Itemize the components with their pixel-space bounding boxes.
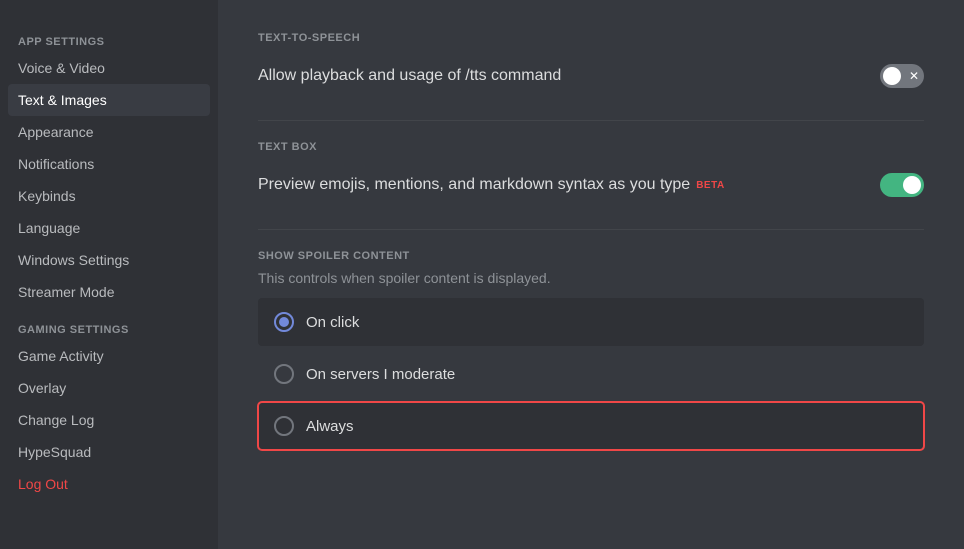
radio-always-circle <box>274 416 294 436</box>
spoiler-section: SHOW SPOILER CONTENT This controls when … <box>258 250 924 450</box>
tts-section-label: TEXT-TO-SPEECH <box>258 32 924 44</box>
tts-description: Allow playback and usage of /tts command <box>258 67 561 85</box>
tts-toggle-knob <box>883 67 901 85</box>
sidebar-item-change-log[interactable]: Change Log <box>8 404 210 436</box>
sidebar-item-voice-video[interactable]: Voice & Video <box>8 52 210 84</box>
sidebar-item-appearance[interactable]: Appearance <box>8 116 210 148</box>
textbox-description: Preview emojis, mentions, and markdown s… <box>258 176 725 194</box>
radio-always[interactable]: Always <box>258 402 924 450</box>
sidebar-item-hypesquad[interactable]: HypeSquad <box>8 436 210 468</box>
textbox-setting-row: Preview emojis, mentions, and markdown s… <box>258 161 924 209</box>
sidebar-item-overlay[interactable]: Overlay <box>8 372 210 404</box>
radio-on-click-label: On click <box>306 314 359 331</box>
tts-setting-row: Allow playback and usage of /tts command… <box>258 52 924 100</box>
divider-1 <box>258 120 924 121</box>
sidebar-item-log-out[interactable]: Log Out <box>8 468 210 500</box>
app-settings-label: APP SETTINGS <box>8 20 210 52</box>
beta-badge: BETA <box>696 180 724 191</box>
radio-on-servers[interactable]: On servers I moderate <box>258 350 924 398</box>
spoiler-section-label: SHOW SPOILER CONTENT <box>258 250 924 262</box>
sidebar-item-windows-settings[interactable]: Windows Settings <box>8 244 210 276</box>
tts-toggle-x-icon: ✕ <box>909 70 919 82</box>
main-content: TEXT-TO-SPEECH Allow playback and usage … <box>218 0 964 549</box>
gaming-settings-label: GAMING SETTINGS <box>8 308 210 340</box>
sidebar-item-streamer-mode[interactable]: Streamer Mode <box>8 276 210 308</box>
sidebar-item-text-images[interactable]: Text & Images <box>8 84 210 116</box>
radio-on-servers-label: On servers I moderate <box>306 366 455 383</box>
sidebar-item-language[interactable]: Language <box>8 212 210 244</box>
sidebar-item-game-activity[interactable]: Game Activity <box>8 340 210 372</box>
sidebar: APP SETTINGS Voice & Video Text & Images… <box>0 0 218 549</box>
textbox-section-label: TEXT BOX <box>258 141 924 153</box>
textbox-toggle-check-icon: ✓ <box>909 179 920 192</box>
tts-toggle[interactable]: ✕ <box>880 64 924 88</box>
spoiler-description: This controls when spoiler content is di… <box>258 270 924 286</box>
radio-on-click-circle <box>274 312 294 332</box>
divider-2 <box>258 229 924 230</box>
sidebar-item-notifications[interactable]: Notifications <box>8 148 210 180</box>
radio-always-label: Always <box>306 418 354 435</box>
radio-on-servers-circle <box>274 364 294 384</box>
radio-on-click[interactable]: On click <box>258 298 924 346</box>
textbox-toggle[interactable]: ✓ <box>880 173 924 197</box>
sidebar-item-keybinds[interactable]: Keybinds <box>8 180 210 212</box>
